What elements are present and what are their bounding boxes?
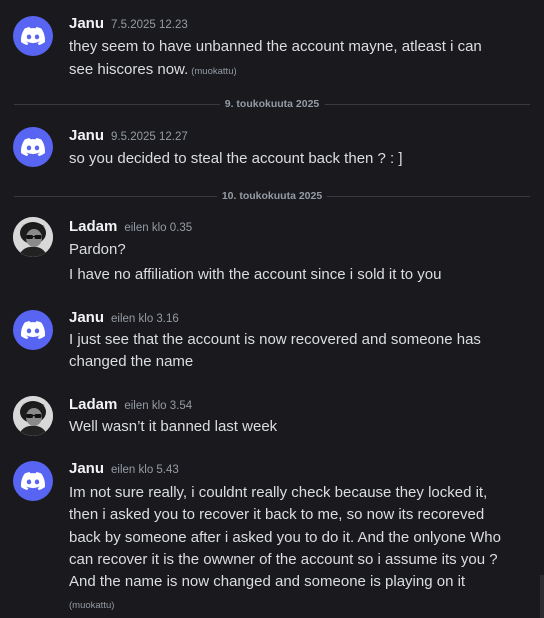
edited-label: (muokattu) <box>191 66 237 77</box>
timestamp[interactable]: eilen klo 5.43 <box>111 464 179 476</box>
username[interactable]: Janu <box>69 309 104 326</box>
avatar[interactable] <box>13 396 53 436</box>
date-divider-label: 10. toukokuuta 2025 <box>216 189 328 203</box>
username[interactable]: Ladam <box>69 218 117 235</box>
message-edited-line: (muokattu) <box>69 593 529 617</box>
message-text: can recover it is the owwner of the acco… <box>69 551 498 568</box>
message-text: I have no affiliation with the account s… <box>69 266 442 283</box>
username[interactable]: Janu <box>69 127 104 144</box>
message-text: then i asked you to recover it back to m… <box>69 506 485 523</box>
profile-photo-icon <box>13 217 53 257</box>
message-header: Janu eilen klo 3.16 <box>69 307 179 329</box>
avatar[interactable] <box>13 127 53 167</box>
message-text: And the name is now changed and someone … <box>69 573 466 590</box>
message-header: Ladam eilen klo 0.35 <box>69 216 192 238</box>
message-header: Janu 7.5.2025 12.23 <box>69 13 188 35</box>
avatar[interactable] <box>13 461 53 501</box>
username[interactable]: Janu <box>69 460 104 477</box>
message-text: they seem to have unbanned the account m… <box>69 38 482 55</box>
timestamp[interactable]: 9.5.2025 12.27 <box>111 131 188 143</box>
message-text: Pardon? <box>69 241 126 258</box>
chat-message-list: Janu 7.5.2025 12.23 they seem to have unb… <box>0 0 544 618</box>
username[interactable]: Janu <box>69 15 104 32</box>
message-text: I just see that the account is now recov… <box>69 331 481 348</box>
discord-logo-icon <box>21 321 45 340</box>
message-header: Janu eilen klo 5.43 <box>69 458 179 480</box>
message-text: back by someone after i asked you to do … <box>69 529 501 546</box>
date-divider: 10. toukokuuta 2025 <box>14 189 530 203</box>
timestamp[interactable]: eilen klo 3.54 <box>124 400 192 412</box>
timestamp[interactable]: eilen klo 3.16 <box>111 313 179 325</box>
message-header: Ladam eilen klo 3.54 <box>69 394 192 416</box>
edited-label: (muokattu) <box>69 600 115 611</box>
username[interactable]: Ladam <box>69 396 117 413</box>
discord-logo-icon <box>21 138 45 157</box>
avatar[interactable] <box>13 217 53 257</box>
message-text: Im not sure really, i couldnt really che… <box>69 484 488 501</box>
avatar[interactable] <box>13 16 53 56</box>
scrollbar-track[interactable] <box>540 575 544 618</box>
avatar[interactable] <box>13 310 53 350</box>
profile-photo-icon <box>13 396 53 436</box>
timestamp[interactable]: eilen klo 0.35 <box>124 222 192 234</box>
message-text: see hiscores now. <box>69 61 189 78</box>
message-text: so you decided to steal the account back… <box>69 150 403 167</box>
message-header: Janu 9.5.2025 12.27 <box>69 125 188 147</box>
message-text: Well wasn’t it banned last week <box>69 418 278 435</box>
scrollbar[interactable] <box>540 0 544 618</box>
discord-logo-icon <box>21 27 45 46</box>
date-divider: 9. toukokuuta 2025 <box>14 97 530 111</box>
timestamp[interactable]: 7.5.2025 12.23 <box>111 19 188 31</box>
message-text-line: see hiscores now. (muokattu) <box>69 59 529 83</box>
date-divider-label: 9. toukokuuta 2025 <box>219 97 325 111</box>
discord-logo-icon <box>21 472 45 491</box>
message-text: changed the name <box>69 353 194 370</box>
